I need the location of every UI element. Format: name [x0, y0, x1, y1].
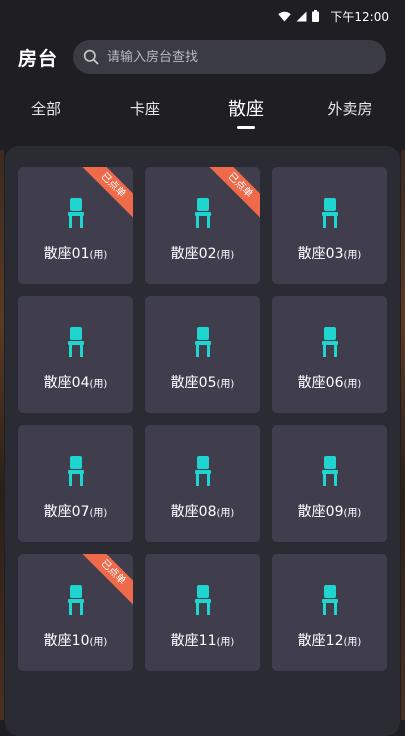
tab-takeout-room[interactable]: 外卖房 [327, 98, 372, 119]
ordered-badge: 已点单 [205, 167, 260, 220]
table-grid: 散座01(用) 已点单 散座02(用) 已点单 散座03(用) 散座04(用) [18, 167, 387, 671]
table-card[interactable]: 散座07(用) [18, 425, 133, 542]
table-status-tag: (用) [343, 508, 362, 519]
table-name: 散座11 [170, 633, 217, 649]
table-card[interactable]: 散座09(用) [272, 425, 387, 542]
tab-label: 外卖房 [327, 100, 373, 118]
table-card[interactable]: 散座03(用) [272, 167, 387, 284]
table-status-tag: (用) [89, 508, 108, 519]
header: 房台 [0, 38, 405, 76]
table-name: 散座03 [297, 246, 344, 262]
table-card[interactable]: 散座06(用) [272, 296, 387, 413]
tab-booth[interactable]: 卡座 [130, 98, 160, 119]
table-label: 散座06(用) [272, 372, 387, 392]
table-status-tag: (用) [89, 379, 108, 390]
table-status-tag: (用) [343, 250, 362, 261]
table-card[interactable]: 散座04(用) [18, 296, 133, 413]
table-label: 散座09(用) [272, 501, 387, 521]
table-status-tag: (用) [89, 250, 108, 261]
chair-icon [194, 327, 211, 357]
tab-label: 卡座 [129, 100, 161, 118]
background-edge-left [0, 150, 4, 720]
tab-label: 散座 [228, 99, 264, 120]
tab-label: 全部 [30, 100, 62, 118]
chair-icon [67, 585, 84, 615]
table-label: 散座02(用) [145, 243, 260, 263]
chair-icon [321, 327, 338, 357]
chair-icon [194, 198, 211, 228]
signal-icon [296, 11, 307, 21]
table-status-tag: (用) [89, 637, 108, 648]
search-input[interactable] [105, 48, 369, 66]
chair-icon [321, 198, 338, 228]
table-name: 散座01 [43, 246, 90, 262]
table-card[interactable]: 散座11(用) [145, 554, 260, 671]
table-name: 散座06 [297, 375, 344, 391]
table-name: 散座02 [170, 246, 217, 262]
table-card[interactable]: 散座01(用) 已点单 [18, 167, 133, 284]
table-card[interactable]: 散座08(用) [145, 425, 260, 542]
table-label: 散座12(用) [272, 630, 387, 650]
table-name: 散座09 [297, 504, 344, 520]
chair-icon [194, 456, 211, 486]
ordered-badge: 已点单 [78, 167, 133, 220]
table-status-tag: (用) [216, 379, 235, 390]
table-name: 散座08 [170, 504, 217, 520]
status-bar: 下午12:00 [0, 0, 405, 32]
table-status-tag: (用) [343, 379, 362, 390]
table-card[interactable]: 散座02(用) 已点单 [145, 167, 260, 284]
chair-icon [321, 456, 338, 486]
page-title: 房台 [18, 48, 59, 70]
search-box[interactable] [73, 40, 386, 74]
table-label: 散座04(用) [18, 372, 133, 392]
chair-icon [67, 456, 84, 486]
tab-all[interactable]: 全部 [31, 98, 61, 119]
chair-icon [194, 585, 211, 615]
tab-loose-seats[interactable]: 散座 [228, 95, 264, 129]
table-card[interactable]: 散座12(用) [272, 554, 387, 671]
chair-icon [67, 198, 84, 228]
wifi-icon [278, 11, 292, 21]
table-label: 散座07(用) [18, 501, 133, 521]
table-label: 散座10(用) [18, 630, 133, 650]
table-name: 散座12 [297, 633, 344, 649]
table-label: 散座08(用) [145, 501, 260, 521]
table-status-tag: (用) [343, 637, 362, 648]
chair-icon [321, 585, 338, 615]
table-name: 散座10 [43, 633, 90, 649]
background-edge-right [401, 150, 405, 720]
table-status-tag: (用) [216, 637, 235, 648]
table-label: 散座01(用) [18, 243, 133, 263]
table-label: 散座11(用) [145, 630, 260, 650]
search-icon [83, 49, 99, 65]
tab-active-indicator [237, 126, 255, 129]
table-name: 散座04 [43, 375, 90, 391]
table-status-tag: (用) [216, 250, 235, 261]
table-name: 散座05 [170, 375, 217, 391]
table-status-tag: (用) [216, 508, 235, 519]
chair-icon [67, 327, 84, 357]
battery-icon [312, 10, 320, 22]
table-label: 散座03(用) [272, 243, 387, 263]
category-tabs: 全部 卡座 散座 外卖房 [0, 90, 405, 130]
status-time: 下午12:00 [330, 9, 389, 24]
table-label: 散座05(用) [145, 372, 260, 392]
ordered-badge: 已点单 [78, 554, 133, 607]
table-card[interactable]: 散座10(用) 已点单 [18, 554, 133, 671]
table-card[interactable]: 散座05(用) [145, 296, 260, 413]
table-name: 散座07 [43, 504, 90, 520]
